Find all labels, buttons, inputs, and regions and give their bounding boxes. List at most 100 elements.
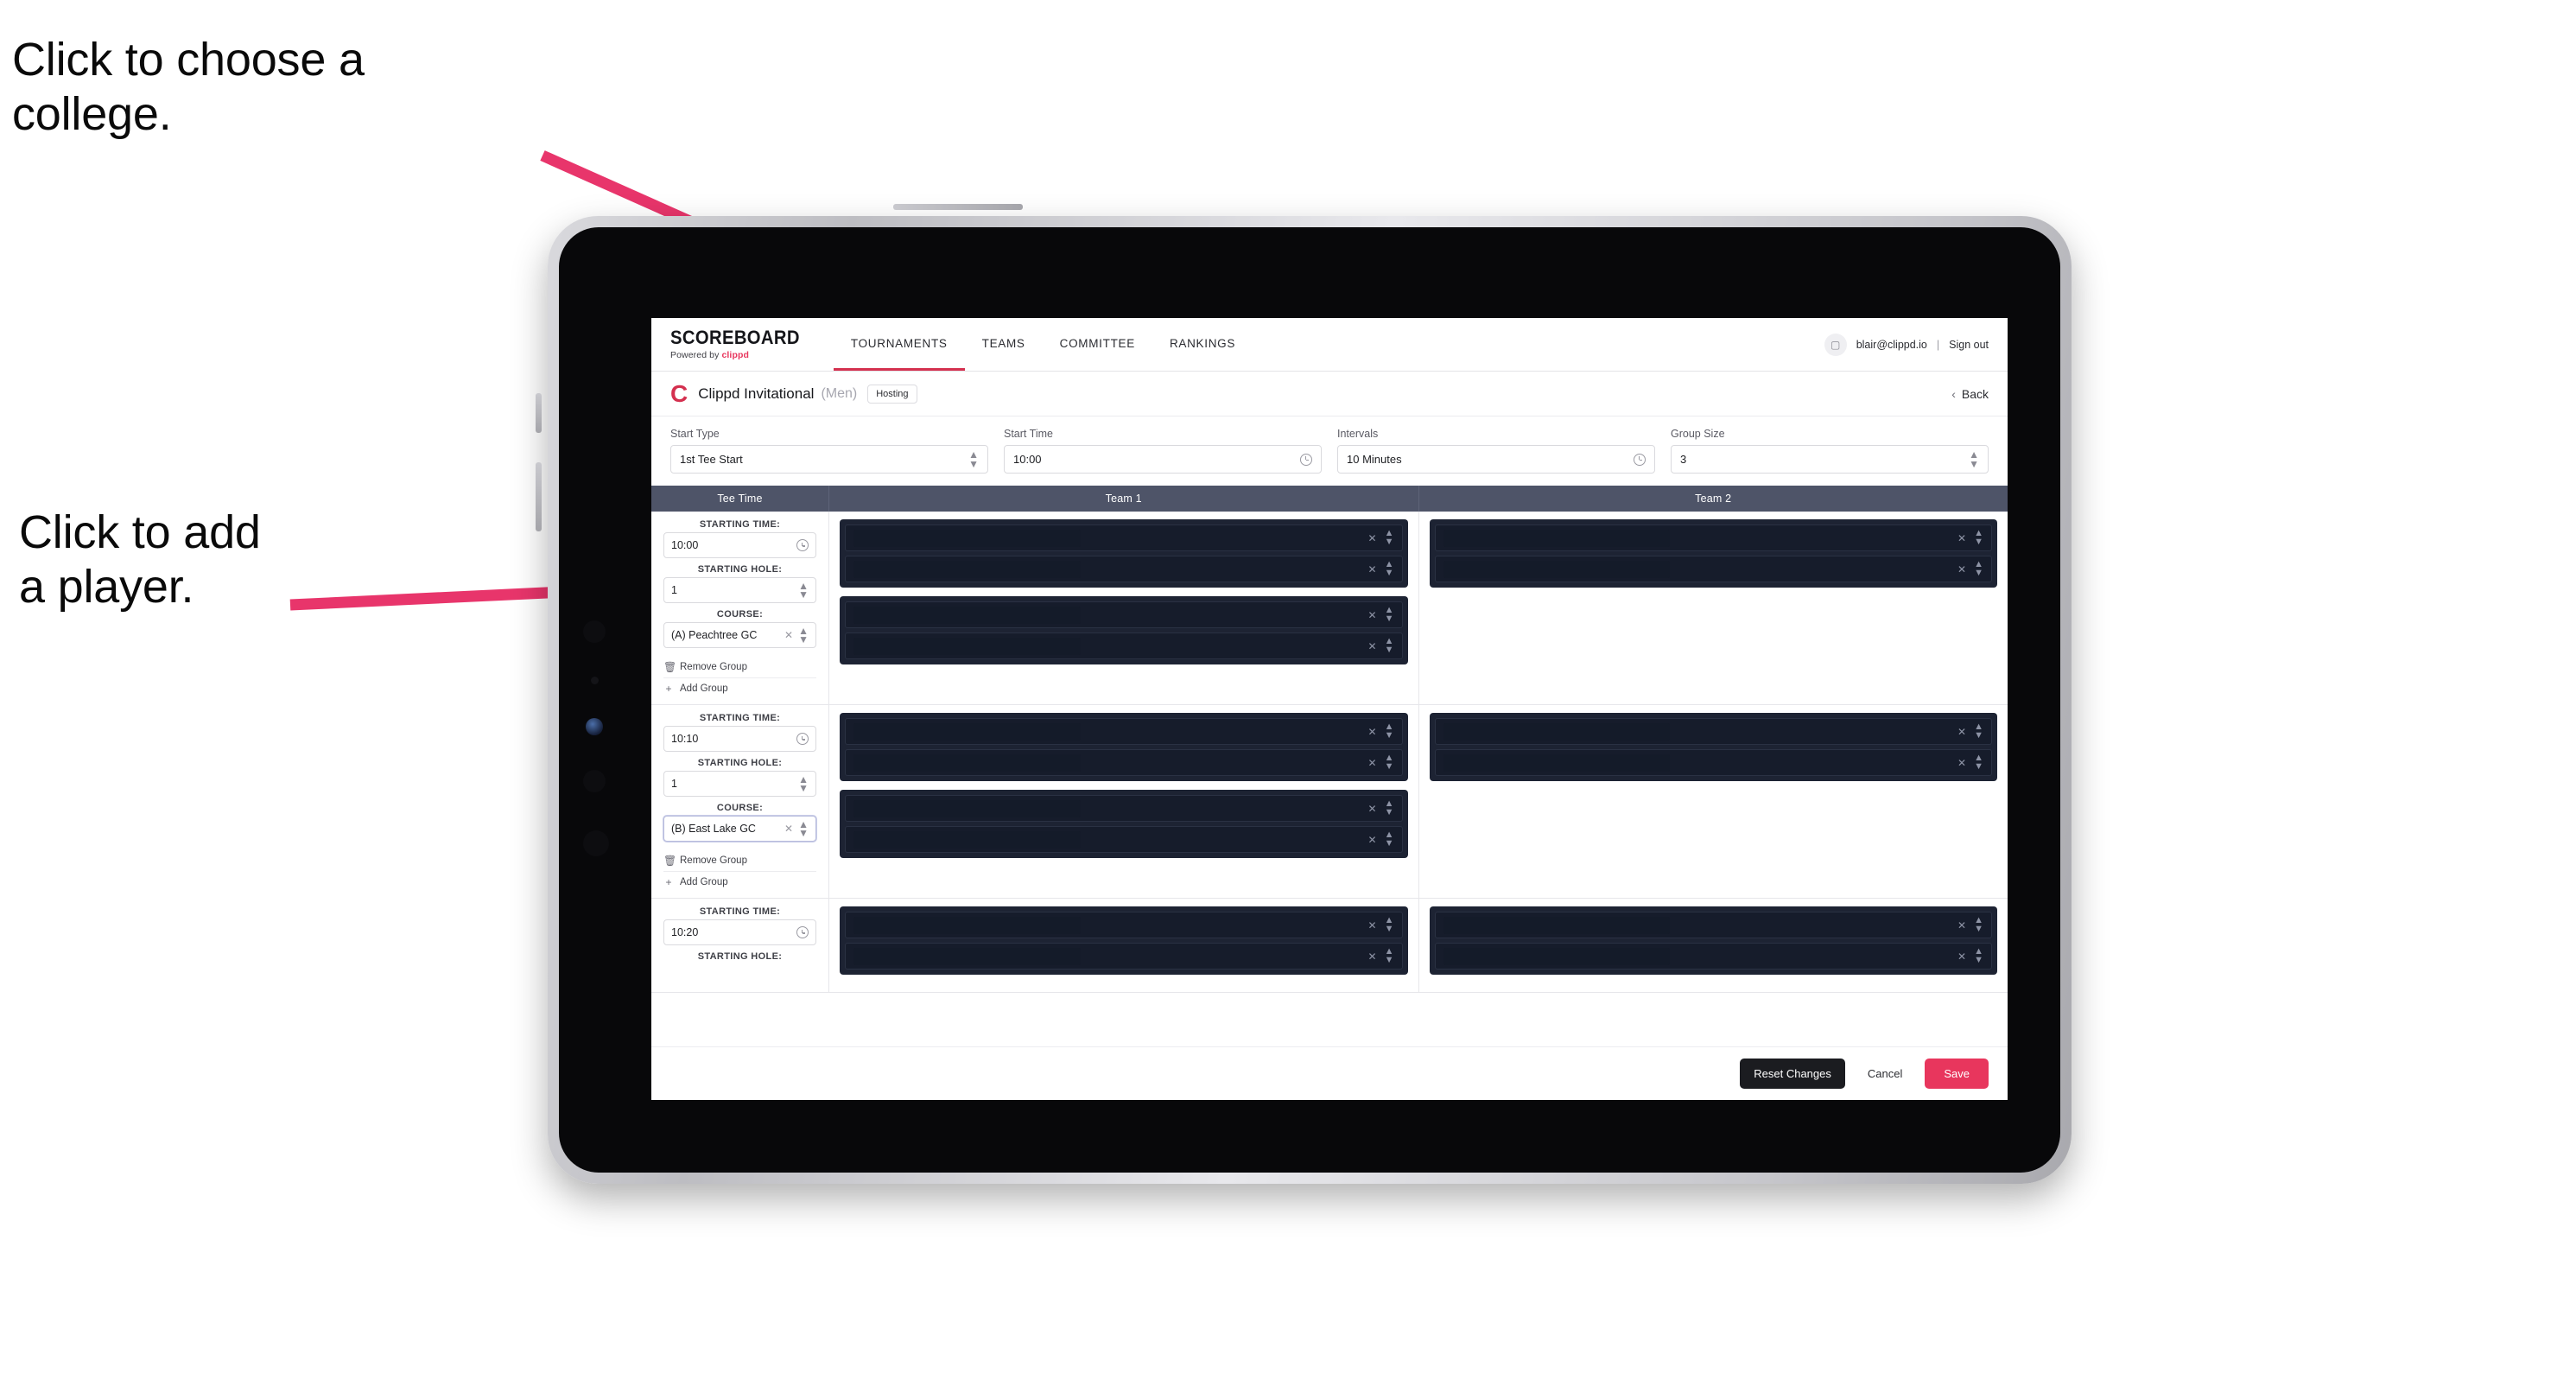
stepper-icon[interactable]: ▲ ▼ — [1385, 528, 1394, 546]
stepper-icon[interactable]: ▲ ▼ — [1385, 636, 1394, 654]
player-slot[interactable]: ✕ ▲ ▼ — [1434, 749, 1992, 776]
volume-up-button[interactable] — [536, 393, 542, 433]
clear-x-icon[interactable]: ✕ — [1368, 950, 1377, 963]
starting-hole-input[interactable]: 1 ▲ ▼ — [663, 771, 816, 797]
stepper-icon[interactable]: ▲ ▼ — [1385, 605, 1394, 623]
player-slot[interactable]: ✕ ▲ ▼ — [845, 718, 1403, 745]
course-select[interactable]: (B) East Lake GC ✕ ▲ ▼ — [663, 816, 816, 842]
stepper-icon[interactable]: ▲ ▼ — [1385, 915, 1394, 933]
stepper-icon[interactable]: ▲ ▼ — [1974, 722, 1983, 740]
start-time-input[interactable]: 10:00 — [1004, 445, 1322, 474]
starting-hole-input[interactable]: 1 ▲ ▼ — [663, 577, 816, 603]
nav-tab-teams[interactable]: TEAMS — [965, 318, 1043, 371]
stepper-icon[interactable]: ▲ ▼ — [1385, 798, 1394, 817]
stepper-icon[interactable]: ▲ ▼ — [1385, 753, 1394, 771]
stepper-icon[interactable]: ▲ ▼ — [798, 581, 809, 600]
player-slot[interactable]: ✕ ▲ ▼ — [1434, 556, 1992, 582]
intervals-input[interactable]: 10 Minutes — [1337, 445, 1655, 474]
user-avatar-icon[interactable]: ▢ — [1824, 333, 1847, 356]
stepper-icon[interactable]: ▲ ▼ — [1974, 915, 1983, 933]
stepper-icon[interactable]: ▲ ▼ — [798, 626, 809, 645]
player-slot[interactable]: ✕ ▲ ▼ — [845, 601, 1403, 628]
clock-icon[interactable] — [1300, 453, 1312, 466]
clear-x-icon[interactable]: ✕ — [1957, 919, 1966, 931]
player-slot[interactable]: ✕ ▲ ▼ — [1434, 525, 1992, 551]
starting-time-input[interactable]: 10:10 — [663, 726, 816, 752]
player-slot[interactable]: ✕ ▲ ▼ — [845, 633, 1403, 659]
player-name-redacted — [1443, 560, 1671, 578]
camera-lens-tertiary-icon — [583, 830, 609, 856]
power-button[interactable] — [893, 204, 1023, 210]
table-row: STARTING TIME: 10:20 STARTING HOLE: ✕ ▲ ▼ … — [651, 899, 2008, 993]
stepper-icon[interactable]: ▲ ▼ — [1974, 753, 1983, 771]
clear-x-icon[interactable]: ✕ — [1957, 950, 1966, 963]
player-slot[interactable]: ✕ ▲ ▼ — [845, 826, 1403, 853]
player-slot[interactable]: ✕ ▲ ▼ — [845, 556, 1403, 582]
stepper-icon[interactable]: ▲ ▼ — [1385, 830, 1394, 848]
clear-x-icon[interactable]: ✕ — [1957, 757, 1966, 769]
clear-x-icon[interactable]: ✕ — [784, 629, 793, 641]
clock-icon[interactable] — [796, 926, 809, 938]
player-slot[interactable]: ✕ ▲ ▼ — [1434, 718, 1992, 745]
course-select[interactable]: (A) Peachtree GC ✕ ▲ ▼ — [663, 622, 816, 648]
remove-group-button[interactable]: 🗑 Remove Group — [663, 657, 816, 677]
nav-tab-committee[interactable]: COMMITTEE — [1043, 318, 1152, 371]
clear-x-icon[interactable]: ✕ — [1368, 609, 1377, 621]
stepper-icon[interactable]: ▲ ▼ — [1974, 559, 1983, 577]
clock-icon[interactable] — [796, 733, 809, 745]
clear-x-icon[interactable]: ✕ — [1368, 803, 1377, 815]
nav-tab-tournaments[interactable]: TOURNAMENTS — [833, 318, 965, 371]
clear-x-icon[interactable]: ✕ — [1368, 532, 1377, 544]
save-button[interactable]: Save — [1925, 1059, 1989, 1089]
clear-x-icon[interactable]: ✕ — [1368, 757, 1377, 769]
player-slot[interactable]: ✕ ▲ ▼ — [845, 943, 1403, 970]
add-group-button[interactable]: + Add Group — [663, 871, 816, 893]
player-slot[interactable]: ✕ ▲ ▼ — [1434, 912, 1992, 938]
clear-x-icon[interactable]: ✕ — [1368, 919, 1377, 931]
back-button[interactable]: ‹ Back — [1951, 387, 1989, 401]
cancel-button[interactable]: Cancel — [1859, 1059, 1911, 1089]
clear-x-icon[interactable]: ✕ — [1957, 726, 1966, 738]
clear-x-icon[interactable]: ✕ — [784, 823, 793, 835]
tee-times-table-body[interactable]: STARTING TIME: 10:00 STARTING HOLE: 1 ▲ ▼… — [651, 512, 2008, 1046]
player-slot[interactable]: ✕ ▲ ▼ — [845, 749, 1403, 776]
player-slot[interactable]: ✕ ▲ ▼ — [845, 912, 1403, 938]
clear-x-icon[interactable]: ✕ — [1957, 563, 1966, 575]
start-type-select[interactable]: 1st Tee Start ▲ ▼ — [670, 445, 988, 474]
clear-x-icon[interactable]: ✕ — [1368, 726, 1377, 738]
clear-x-icon[interactable]: ✕ — [1368, 834, 1377, 846]
sign-out-link[interactable]: Sign out — [1949, 339, 1989, 351]
stepper-icon[interactable]: ▲ ▼ — [798, 774, 809, 793]
clear-x-icon[interactable]: ✕ — [1368, 640, 1377, 652]
player-name-redacted — [853, 753, 1081, 772]
nav-tab-rankings[interactable]: RANKINGS — [1152, 318, 1253, 371]
stepper-icon[interactable]: ▲ ▼ — [1974, 528, 1983, 546]
group-size-select[interactable]: 3 ▲ ▼ — [1671, 445, 1989, 474]
starting-time-input[interactable]: 10:00 — [663, 532, 816, 558]
player-slot[interactable]: ✕ ▲ ▼ — [845, 525, 1403, 551]
tee-time-cell: STARTING TIME: 10:00 STARTING HOLE: 1 ▲ ▼… — [651, 512, 829, 704]
add-group-button[interactable]: + Add Group — [663, 677, 816, 699]
reset-changes-button[interactable]: Reset Changes — [1740, 1059, 1845, 1089]
player-slot[interactable]: ✕ ▲ ▼ — [1434, 943, 1992, 970]
stepper-icon[interactable]: ▲ ▼ — [1385, 722, 1394, 740]
stepper-icon[interactable]: ▲ ▼ — [1385, 946, 1394, 964]
remove-group-button[interactable]: 🗑 Remove Group — [663, 850, 816, 871]
stepper-icon[interactable]: ▲ ▼ — [798, 819, 809, 838]
starting-time-input[interactable]: 10:20 — [663, 919, 816, 945]
stepper-icon[interactable]: ▲ ▼ — [1385, 559, 1394, 577]
brand-logo[interactable]: SCOREBOARD Powered by clippd — [670, 318, 834, 371]
remove-group-label: Remove Group — [680, 662, 747, 672]
clock-icon[interactable] — [1634, 453, 1646, 466]
player-slot[interactable]: ✕ ▲ ▼ — [845, 795, 1403, 822]
team-2-cell: ✕ ▲ ▼ ✕ ▲ ▼ — [1419, 899, 2008, 992]
clear-x-icon[interactable]: ✕ — [1368, 563, 1377, 575]
clear-x-icon[interactable]: ✕ — [1957, 532, 1966, 544]
stepper-icon[interactable]: ▲ ▼ — [1974, 946, 1983, 964]
volume-down-button[interactable] — [536, 462, 542, 531]
team-1-cell: ✕ ▲ ▼ ✕ ▲ ▼ ✕ ▲ ▼ ✕ ▲ ▼ — [829, 512, 1419, 704]
clock-icon[interactable] — [796, 539, 809, 551]
group-actions: 🗑 Remove Group + Add Group — [663, 850, 816, 893]
stepper-icon[interactable]: ▲ ▼ — [1969, 449, 1979, 468]
stepper-icon[interactable]: ▲ ▼ — [968, 449, 979, 468]
